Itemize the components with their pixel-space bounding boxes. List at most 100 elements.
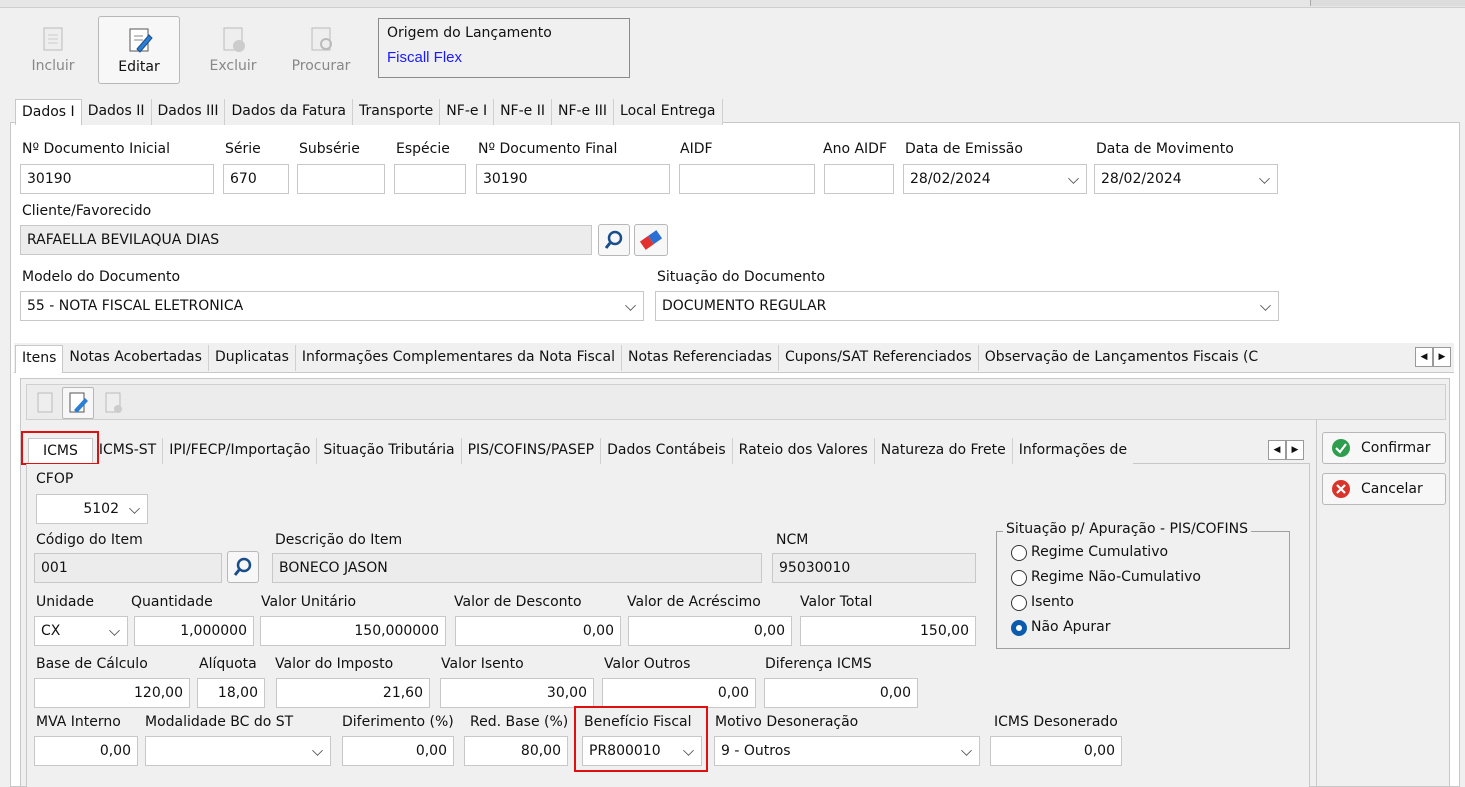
clear-cliente-button[interactable] [634, 224, 668, 256]
search-icon [604, 230, 623, 249]
data-emissao-select[interactable]: 28/02/2024 [903, 164, 1087, 194]
tab-notas-referenciadas[interactable]: Notas Referenciadas [621, 345, 779, 371]
procurar-button[interactable]: Procurar [280, 16, 362, 84]
valor-isento-field[interactable]: 30,00 [440, 678, 594, 708]
chevron-down-icon [1259, 173, 1270, 184]
radio-nao-apurar[interactable] [1011, 620, 1027, 636]
tab-situacao-tributaria[interactable]: Situação Tributária [317, 438, 462, 464]
descricao-field[interactable]: BONECO JASON [272, 553, 762, 583]
desconto-field[interactable]: 0,00 [455, 616, 621, 646]
mva-field[interactable]: 0,00 [34, 736, 138, 766]
isento-label: Isento [1031, 594, 1074, 610]
tab-icms-st[interactable]: ICMS-ST [92, 438, 164, 464]
item-edit-button[interactable] [62, 387, 94, 419]
delete-item-icon [105, 392, 122, 413]
aliquota-field[interactable]: 18,00 [197, 678, 265, 708]
tab-dados-i[interactable]: Dados I [15, 99, 82, 125]
base-calculo-field[interactable]: 120,00 [34, 678, 190, 708]
tab-local-entrega[interactable]: Local Entrega [614, 99, 723, 125]
chevron-down-icon [1068, 173, 1079, 184]
subserie-field[interactable] [297, 164, 385, 194]
serie-field[interactable]: 670 [223, 164, 289, 194]
motivo-select[interactable]: 9 - Outros [714, 736, 980, 766]
tab-nfe-iii[interactable]: NF-e III [551, 99, 615, 125]
tab-natureza-frete[interactable]: Natureza do Frete [874, 438, 1013, 464]
doc-inicial-field[interactable]: 30190 [20, 164, 214, 194]
cfop-select[interactable]: 5102 [36, 494, 148, 524]
chevron-down-icon [312, 745, 323, 756]
icms-deson-field[interactable]: 0,00 [990, 736, 1122, 766]
situacao-select[interactable]: DOCUMENTO REGULAR [655, 291, 1279, 321]
scroll-right-icon[interactable]: ▶ [1433, 347, 1451, 367]
ncm-field[interactable]: 95030010 [772, 553, 976, 583]
codigo-field[interactable]: 001 [34, 553, 222, 583]
search-item-button[interactable] [227, 551, 259, 583]
origem-label: Origem do Lançamento [387, 25, 552, 41]
scroll-left-icon[interactable]: ◀ [1268, 440, 1286, 460]
valor-imposto-field[interactable]: 21,60 [276, 678, 430, 708]
item-tabs-scroll[interactable]: ◀ ▶ [1268, 440, 1304, 460]
scroll-right-icon[interactable]: ▶ [1286, 440, 1304, 460]
tab-nfe-ii[interactable]: NF-e II [494, 99, 552, 125]
tab-rateio[interactable]: Rateio dos Valores [732, 438, 875, 464]
tab-transporte[interactable]: Transporte [352, 99, 441, 125]
tab-ipi-fecp[interactable]: IPI/FECP/Importação [163, 438, 318, 464]
tab-dados-iii[interactable]: Dados III [151, 99, 226, 125]
radio-regime-nao-cumulativo[interactable] [1011, 570, 1027, 586]
tab-itens[interactable]: Itens [15, 345, 64, 373]
data-movimento-select[interactable]: 28/02/2024 [1094, 164, 1278, 194]
mid-tabs-scroll[interactable]: ◀ ▶ [1415, 347, 1451, 367]
top-tabs: Dados I Dados II Dados III Dados da Fatu… [15, 99, 723, 125]
quantidade-field[interactable]: 1,000000 [134, 616, 254, 646]
base-calculo-label: Base de Cálculo [36, 656, 148, 672]
search-cliente-button[interactable] [598, 224, 630, 256]
radio-regime-cumulativo[interactable] [1011, 545, 1027, 561]
cancelar-button[interactable]: Cancelar [1322, 473, 1446, 505]
editar-button[interactable]: Editar [98, 16, 180, 84]
cliente-field[interactable]: RAFAELLA BEVILAQUA DIAS [20, 225, 592, 255]
red-base-field[interactable]: 80,00 [464, 736, 568, 766]
diferimento-field[interactable]: 0,00 [342, 736, 454, 766]
tab-pis-cofins[interactable]: PIS/COFINS/PASEP [461, 438, 602, 464]
window-controls[interactable] [1310, 0, 1465, 6]
edit-item-icon [69, 392, 88, 413]
scroll-left-icon[interactable]: ◀ [1415, 347, 1433, 367]
diferenca-icms-field[interactable]: 0,00 [764, 678, 918, 708]
aidf-field[interactable] [679, 164, 815, 194]
ano-aidf-field[interactable] [824, 164, 894, 194]
valor-unitario-field[interactable]: 150,000000 [260, 616, 446, 646]
tab-nfe-i[interactable]: NF-e I [440, 99, 495, 125]
especie-label: Espécie [396, 141, 450, 157]
unidade-select[interactable]: CX [34, 616, 128, 646]
chevron-down-icon [1260, 300, 1271, 311]
valor-total-field[interactable]: 150,00 [800, 616, 976, 646]
doc-final-field[interactable]: 30190 [476, 164, 670, 194]
excluir-button[interactable]: Excluir [192, 16, 274, 84]
icms-tab-highlight [21, 431, 99, 465]
tab-dados-fatura[interactable]: Dados da Fatura [225, 99, 353, 125]
tab-info-complementares[interactable]: Informações Complementares da Nota Fisca… [295, 345, 622, 371]
modalidade-select[interactable] [145, 736, 331, 766]
radio-isento[interactable] [1011, 595, 1027, 611]
acrescimo-field[interactable]: 0,00 [628, 616, 792, 646]
tab-dados-contabeis[interactable]: Dados Contábeis [601, 438, 733, 464]
modelo-select[interactable]: 55 - NOTA FISCAL ELETRONICA [20, 291, 644, 321]
tab-duplicatas[interactable]: Duplicatas [208, 345, 296, 371]
tab-observacao[interactable]: Observação de Lançamentos Fiscais (C [978, 345, 1265, 371]
item-delete-button[interactable] [98, 388, 128, 418]
valor-outros-field[interactable]: 0,00 [602, 678, 756, 708]
especie-field[interactable] [394, 164, 466, 194]
tab-cupons-sat[interactable]: Cupons/SAT Referenciados [778, 345, 979, 371]
modalidade-label: Modalidade BC do ST [145, 714, 294, 730]
tab-informacoes[interactable]: Informações de [1012, 438, 1134, 464]
new-document-icon [43, 27, 63, 51]
side-divider [1316, 420, 1317, 787]
tab-dados-ii[interactable]: Dados II [81, 99, 152, 125]
cancel-icon [1332, 480, 1350, 498]
incluir-button[interactable]: Incluir [12, 16, 94, 84]
incluir-label: Incluir [31, 58, 75, 74]
icms-deson-label: ICMS Desonerado [994, 714, 1118, 730]
confirmar-button[interactable]: Confirmar [1322, 432, 1446, 464]
tab-notas-acobertadas[interactable]: Notas Acobertadas [63, 345, 209, 371]
item-new-button[interactable] [30, 388, 60, 418]
